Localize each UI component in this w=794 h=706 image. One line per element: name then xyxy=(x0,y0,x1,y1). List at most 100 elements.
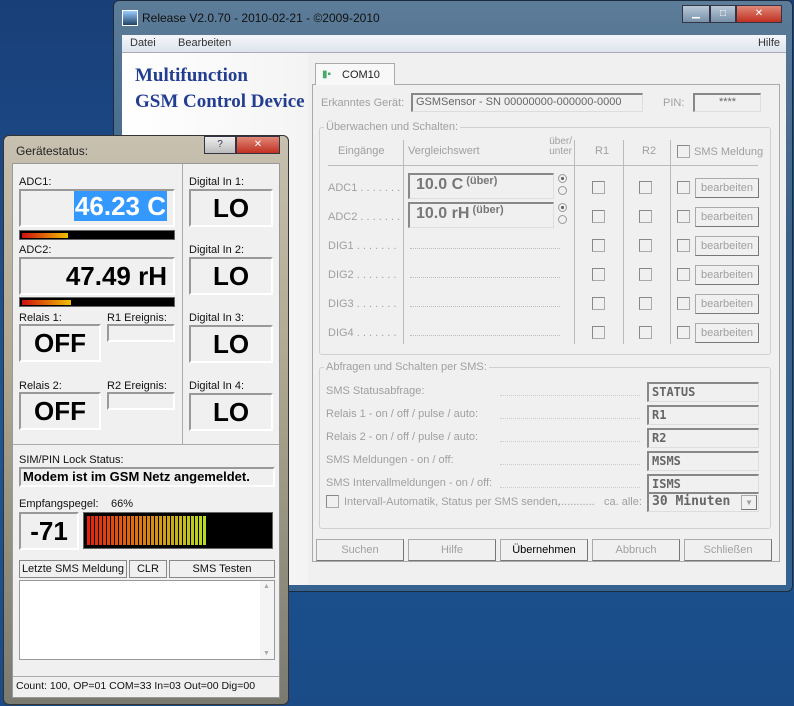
dialog-title: Gerätestatus: xyxy=(16,144,89,158)
window-title: Release V2.0.70 - 2010-02-21 - ©2009-201… xyxy=(142,11,380,25)
monitor-group-title: Überwachen und Schalten: xyxy=(324,121,461,133)
r1-checkbox[interactable] xyxy=(592,297,605,310)
r2-checkbox[interactable] xyxy=(639,326,652,339)
signal-percent: 66% xyxy=(111,498,134,510)
edit-button[interactable]: bearbeiten xyxy=(695,207,759,227)
digital-label: Digital In 1: xyxy=(189,176,245,188)
chevron-down-icon[interactable]: ▼ xyxy=(741,495,757,510)
input-name: DIG1 . . . . . . . xyxy=(328,240,397,252)
sms-row-label: SMS Meldungen - on / off: xyxy=(326,454,454,466)
sms-command-field[interactable]: R2 xyxy=(647,428,759,448)
app-icon xyxy=(122,10,138,26)
compare-mode: (über) xyxy=(466,175,498,187)
r2-checkbox[interactable] xyxy=(639,297,652,310)
header-r1: R1 xyxy=(595,145,610,157)
compare-mode: (über) xyxy=(472,204,504,216)
interval-suffix: ca. alle: xyxy=(604,496,642,508)
tab-com10[interactable]: ▮▪ COM10 xyxy=(315,63,395,85)
sms-group-title: Abfragen und Schalten per SMS: xyxy=(324,361,489,373)
input-name: ADC1 . . . . . . . xyxy=(328,182,401,194)
sms-command-field[interactable]: STATUS xyxy=(647,382,759,402)
footer-button[interactable]: Übernehmen xyxy=(500,539,588,561)
scroll-up-icon[interactable]: ▲ xyxy=(263,583,270,590)
signal-value: -71 xyxy=(19,512,79,550)
r2-event-label: R2 Ereignis: xyxy=(107,380,167,392)
sms-command-field[interactable]: MSMS xyxy=(647,451,759,471)
adc1-field[interactable]: 46.23 C xyxy=(19,189,175,227)
input-name: ADC2 . . . . . . . xyxy=(328,211,401,223)
header-inputs: Eingänge xyxy=(338,145,385,157)
r1-event-label: R1 Ereignis: xyxy=(107,312,167,324)
tab-panel: Erkanntes Gerät: GSMSensor - SN 00000000… xyxy=(312,84,780,562)
compare-value-field[interactable]: 10.0 rH (über) xyxy=(408,202,554,228)
footer-button[interactable]: Hilfe xyxy=(408,539,496,561)
r1-checkbox[interactable] xyxy=(592,239,605,252)
r1-event-field xyxy=(107,324,175,342)
signal-label: Empfangspegel: xyxy=(19,498,99,510)
r2-checkbox[interactable] xyxy=(639,239,652,252)
scrollbar[interactable]: ▲ ▼ xyxy=(260,581,274,659)
r2-event-field xyxy=(107,392,175,410)
menu-bearbeiten[interactable]: Bearbeiten xyxy=(178,37,231,49)
header-compare: Vergleichswert xyxy=(408,145,480,157)
radio-over[interactable] xyxy=(558,174,567,183)
r1-checkbox[interactable] xyxy=(592,326,605,339)
signal-meter xyxy=(83,512,273,549)
sms-checkbox[interactable] xyxy=(677,239,690,252)
sms-checkbox[interactable] xyxy=(677,297,690,310)
relais2-label: Relais 2: xyxy=(19,380,62,392)
menu-datei[interactable]: Datei xyxy=(130,37,156,49)
interval-select[interactable]: 30 Minuten ▼ xyxy=(647,492,759,512)
footer-button[interactable]: Abbruch xyxy=(592,539,680,561)
dialog-close-button[interactable]: ✕ xyxy=(236,136,280,154)
edit-button[interactable]: bearbeiten xyxy=(695,236,759,256)
sms-checkbox[interactable] xyxy=(677,326,690,339)
minimize-button[interactable]: ▁ xyxy=(682,5,710,23)
radio-over[interactable] xyxy=(558,203,567,212)
footer-button[interactable]: Suchen xyxy=(316,539,404,561)
sms-checkbox[interactable] xyxy=(677,210,690,223)
device-label: Erkanntes Gerät: xyxy=(321,97,405,109)
relais1-value: OFF xyxy=(19,324,101,362)
interval-checkbox[interactable] xyxy=(326,495,339,508)
sms-all-checkbox[interactable] xyxy=(677,145,690,158)
digital-value: LO xyxy=(189,325,273,363)
close-button[interactable]: ✕ xyxy=(736,5,782,23)
sms-command-field[interactable]: ISMS xyxy=(647,474,759,494)
digital-label: Digital In 4: xyxy=(189,380,245,392)
radio-under[interactable] xyxy=(558,186,567,195)
r1-checkbox[interactable] xyxy=(592,181,605,194)
compare-value-field[interactable]: 10.0 C (über) xyxy=(408,173,554,199)
sms-checkbox[interactable] xyxy=(677,181,690,194)
radio-under[interactable] xyxy=(558,215,567,224)
sms-textarea[interactable]: ▲ ▼ xyxy=(19,580,275,660)
last-sms-button[interactable]: Letzte SMS Meldung xyxy=(19,560,127,578)
sms-command-field[interactable]: R1 xyxy=(647,405,759,425)
r1-checkbox[interactable] xyxy=(592,268,605,281)
help-button[interactable]: ? xyxy=(204,136,236,154)
pin-field[interactable]: **** xyxy=(693,93,761,112)
input-name: DIG4 . . . . . . . xyxy=(328,327,397,339)
adc1-value: 46.23 C xyxy=(73,191,167,221)
clr-button[interactable]: CLR xyxy=(129,560,167,578)
sms-checkbox[interactable] xyxy=(677,268,690,281)
edit-button[interactable]: bearbeiten xyxy=(695,323,759,343)
relais1-label: Relais 1: xyxy=(19,312,62,324)
r1-checkbox[interactable] xyxy=(592,210,605,223)
header-r2: R2 xyxy=(642,145,657,157)
monitor-group: Überwachen und Schalten: Eingänge Vergle… xyxy=(319,121,771,355)
footer-button[interactable]: Schließen xyxy=(684,539,772,561)
adc1-label: ADC1: xyxy=(19,176,52,188)
r2-checkbox[interactable] xyxy=(639,210,652,223)
maximize-button[interactable]: □ xyxy=(710,5,736,23)
input-name: DIG3 . . . . . . . xyxy=(328,298,397,310)
scroll-down-icon[interactable]: ▼ xyxy=(263,650,270,657)
r2-checkbox[interactable] xyxy=(639,181,652,194)
edit-button[interactable]: bearbeiten xyxy=(695,178,759,198)
r2-checkbox[interactable] xyxy=(639,268,652,281)
sms-test-button[interactable]: SMS Testen xyxy=(169,560,275,578)
menu-bar: Datei Bearbeiten Hilfe xyxy=(122,35,786,53)
menu-hilfe[interactable]: Hilfe xyxy=(758,37,780,49)
edit-button[interactable]: bearbeiten xyxy=(695,265,759,285)
edit-button[interactable]: bearbeiten xyxy=(695,294,759,314)
